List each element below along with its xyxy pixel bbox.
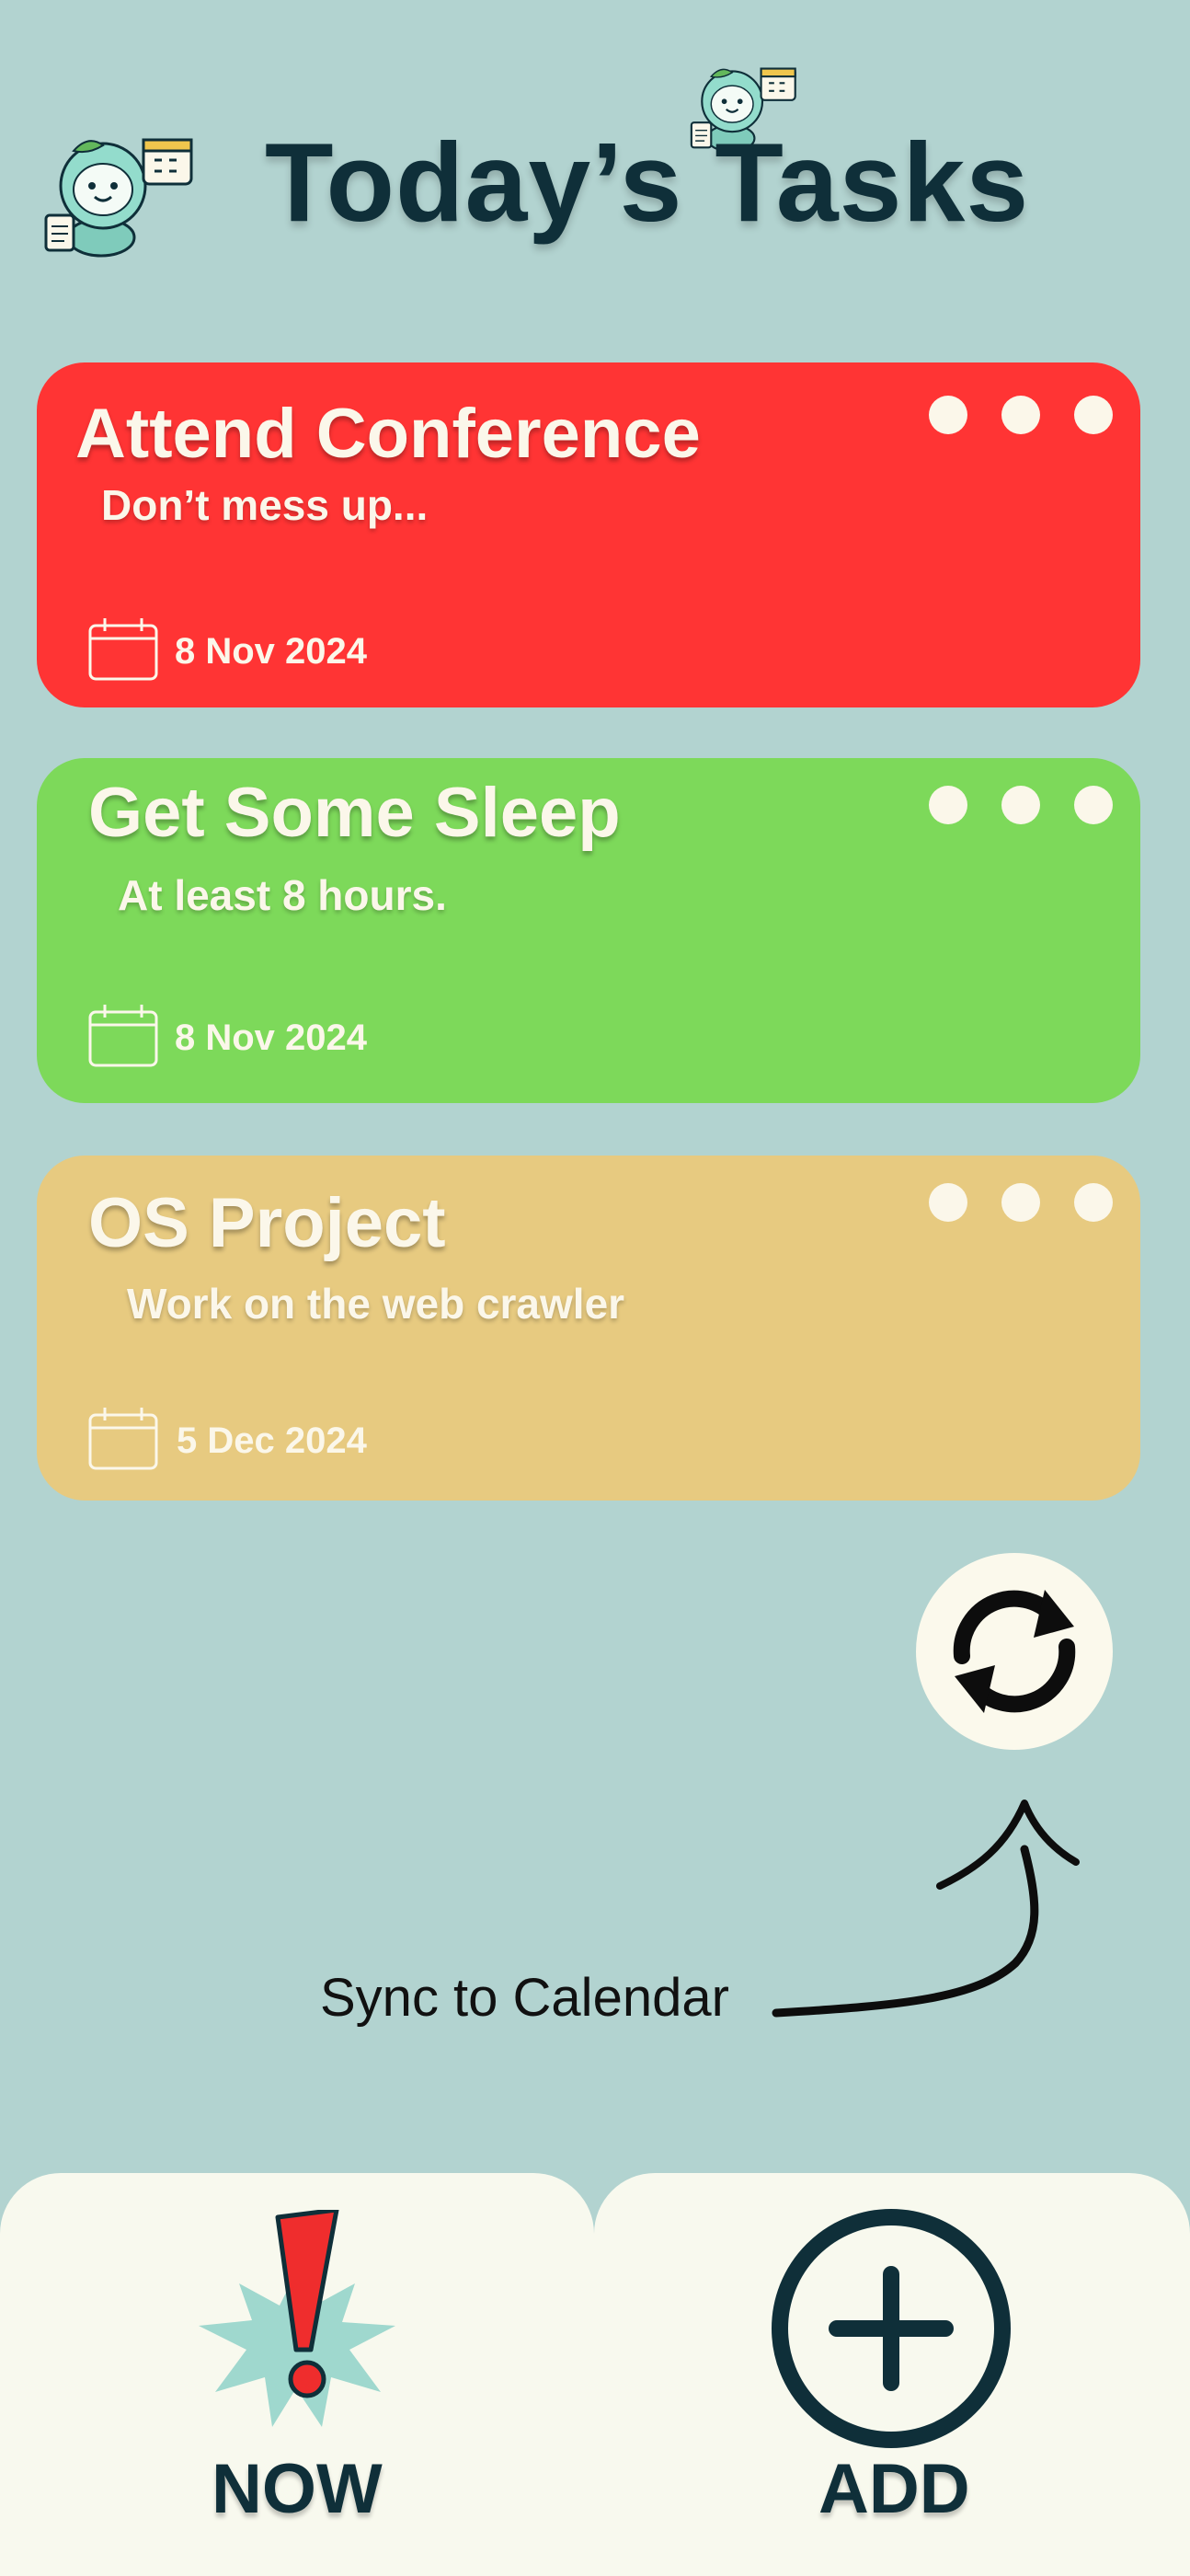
sync-icon xyxy=(953,1590,1076,1713)
page-title: Today’s Tasks xyxy=(265,120,1030,245)
exclamation-burst-icon xyxy=(199,2210,395,2427)
task-description: Don’t mess up... xyxy=(101,481,429,529)
sync-to-calendar-label: Sync to Calendar xyxy=(320,1968,729,2028)
more-dots-icon xyxy=(929,786,967,824)
task-description: At least 8 hours. xyxy=(118,871,447,919)
nav-label-now: NOW xyxy=(212,2450,383,2528)
sync-calendar-button[interactable] xyxy=(916,1553,1113,1750)
more-options-button[interactable] xyxy=(929,396,1113,440)
more-dots-icon xyxy=(929,1183,967,1222)
nav-tab-now[interactable]: NOW xyxy=(0,2173,594,2576)
task-date: 5 Dec 2024 xyxy=(177,1420,367,1461)
more-options-button[interactable] xyxy=(929,1183,1113,1227)
more-options-button[interactable] xyxy=(929,786,1113,830)
more-dots-icon xyxy=(1074,1183,1113,1222)
calendar-icon xyxy=(88,618,158,681)
more-dots-icon xyxy=(1001,396,1040,434)
task-title: OS Project xyxy=(88,1184,446,1262)
task-title: Get Some Sleep xyxy=(88,774,621,852)
nav-label-add: ADD xyxy=(818,2450,970,2528)
more-dots-icon xyxy=(929,396,967,434)
more-dots-icon xyxy=(1001,1183,1040,1222)
more-dots-icon xyxy=(1001,786,1040,824)
more-dots-icon xyxy=(1074,786,1113,824)
calendar-icon xyxy=(88,1005,158,1067)
task-card[interactable]: Get Some Sleep At least 8 hours. 8 Nov 2… xyxy=(37,758,1140,1103)
more-dots-icon xyxy=(1074,396,1113,434)
task-date: 8 Nov 2024 xyxy=(175,631,368,672)
task-date: 8 Nov 2024 xyxy=(175,1018,368,1058)
task-description: Work on the web crawler xyxy=(127,1280,625,1328)
bottom-nav: NOW ADD xyxy=(0,2173,1190,2576)
nav-tab-add[interactable]: ADD xyxy=(594,2173,1190,2576)
task-title: Attend Conference xyxy=(75,395,701,473)
plus-circle-icon xyxy=(772,2209,1011,2448)
calendar-icon xyxy=(88,1408,158,1470)
curved-arrow-icon xyxy=(772,1800,1080,2018)
task-card[interactable]: OS Project Work on the web crawler 5 Dec… xyxy=(37,1156,1140,1501)
mascot-calendar-icon xyxy=(44,138,193,258)
task-card[interactable]: Attend Conference Don’t mess up... 8 Nov… xyxy=(37,362,1140,707)
